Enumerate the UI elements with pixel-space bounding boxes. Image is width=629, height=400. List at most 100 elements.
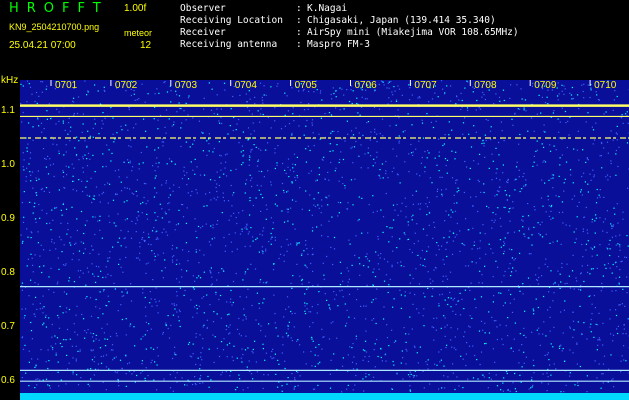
noise-speck (42, 295, 44, 297)
noise-speck (596, 267, 598, 269)
noise-speck (290, 310, 292, 313)
noise-speck (106, 338, 109, 340)
noise-speck (109, 221, 111, 223)
noise-speck (610, 223, 612, 225)
noise-speck (572, 320, 575, 322)
noise-speck (578, 288, 580, 290)
noise-speck (383, 258, 385, 260)
noise-speck (420, 257, 422, 259)
noise-speck (210, 244, 212, 246)
noise-speck (154, 298, 156, 300)
noise-speck (244, 271, 247, 273)
noise-speck (606, 141, 609, 143)
noise-speck (27, 236, 29, 238)
noise-speck (203, 108, 205, 110)
noise-speck (589, 173, 591, 175)
noise-speck (561, 201, 563, 203)
noise-speck (128, 362, 131, 364)
noise-speck (87, 271, 90, 273)
noise-speck (146, 213, 148, 215)
noise-speck (284, 360, 286, 362)
noise-speck (78, 159, 80, 161)
noise-speck (55, 207, 57, 209)
noise-speck (74, 331, 76, 333)
noise-speck (274, 313, 276, 315)
noise-speck (42, 324, 44, 326)
noise-speck (285, 332, 288, 334)
noise-speck (549, 150, 552, 152)
noise-speck (464, 289, 466, 291)
noise-speck (483, 142, 485, 144)
noise-speck (598, 339, 600, 341)
noise-speck (84, 140, 86, 142)
noise-speck (199, 378, 201, 380)
noise-speck (538, 94, 540, 96)
noise-speck (379, 177, 381, 179)
noise-speck (358, 218, 360, 221)
noise-speck (546, 96, 548, 98)
noise-speck (594, 232, 596, 234)
noise-speck (242, 319, 244, 321)
noise-speck (306, 308, 308, 310)
noise-speck (365, 340, 367, 342)
noise-speck (431, 98, 434, 100)
noise-speck (256, 237, 258, 239)
noise-speck (177, 223, 179, 225)
noise-speck (388, 87, 390, 89)
noise-speck (245, 335, 247, 337)
noise-speck (29, 171, 31, 173)
noise-speck (240, 357, 242, 359)
noise-speck (232, 95, 234, 98)
noise-speck (624, 305, 626, 307)
noise-speck (552, 177, 554, 179)
noise-speck (515, 270, 517, 272)
noise-speck (218, 272, 220, 274)
noise-speck (391, 236, 393, 238)
noise-speck (563, 85, 565, 87)
noise-speck (291, 313, 293, 315)
noise-speck (584, 181, 586, 183)
noise-speck (477, 248, 479, 250)
noise-speck (301, 253, 303, 255)
noise-speck (37, 283, 39, 285)
noise-speck (265, 352, 267, 354)
noise-speck (153, 227, 155, 229)
noise-speck (357, 155, 360, 157)
noise-speck (107, 295, 109, 297)
noise-speck (443, 375, 445, 377)
noise-speck (366, 284, 368, 286)
noise-speck (622, 122, 624, 124)
noise-speck (83, 232, 85, 235)
noise-speck (409, 316, 411, 318)
noise-speck (565, 161, 568, 163)
noise-speck (174, 346, 176, 348)
noise-speck (354, 178, 356, 180)
noise-speck (152, 165, 154, 167)
noise-speck (597, 339, 599, 341)
noise-speck (313, 198, 315, 200)
noise-speck (187, 260, 189, 262)
noise-speck (476, 359, 478, 361)
noise-speck (350, 179, 353, 181)
x-tick-label: 0701 (55, 80, 78, 91)
noise-speck (439, 294, 441, 296)
noise-speck (483, 183, 485, 185)
noise-speck (451, 177, 454, 179)
noise-speck (536, 113, 538, 115)
noise-speck (142, 201, 144, 204)
noise-speck (492, 212, 494, 214)
y-tick-label: 1.0 (1, 159, 15, 171)
noise-speck (492, 301, 494, 303)
noise-speck (260, 193, 262, 195)
noise-speck (259, 113, 262, 115)
noise-speck (252, 352, 254, 354)
noise-speck (518, 349, 520, 351)
noise-speck (126, 291, 128, 293)
noise-speck (66, 174, 68, 176)
noise-speck (329, 143, 331, 145)
noise-speck (287, 208, 289, 210)
noise-speck (469, 167, 471, 169)
noise-speck (514, 388, 516, 390)
noise-speck (287, 220, 289, 222)
noise-speck (108, 215, 110, 217)
